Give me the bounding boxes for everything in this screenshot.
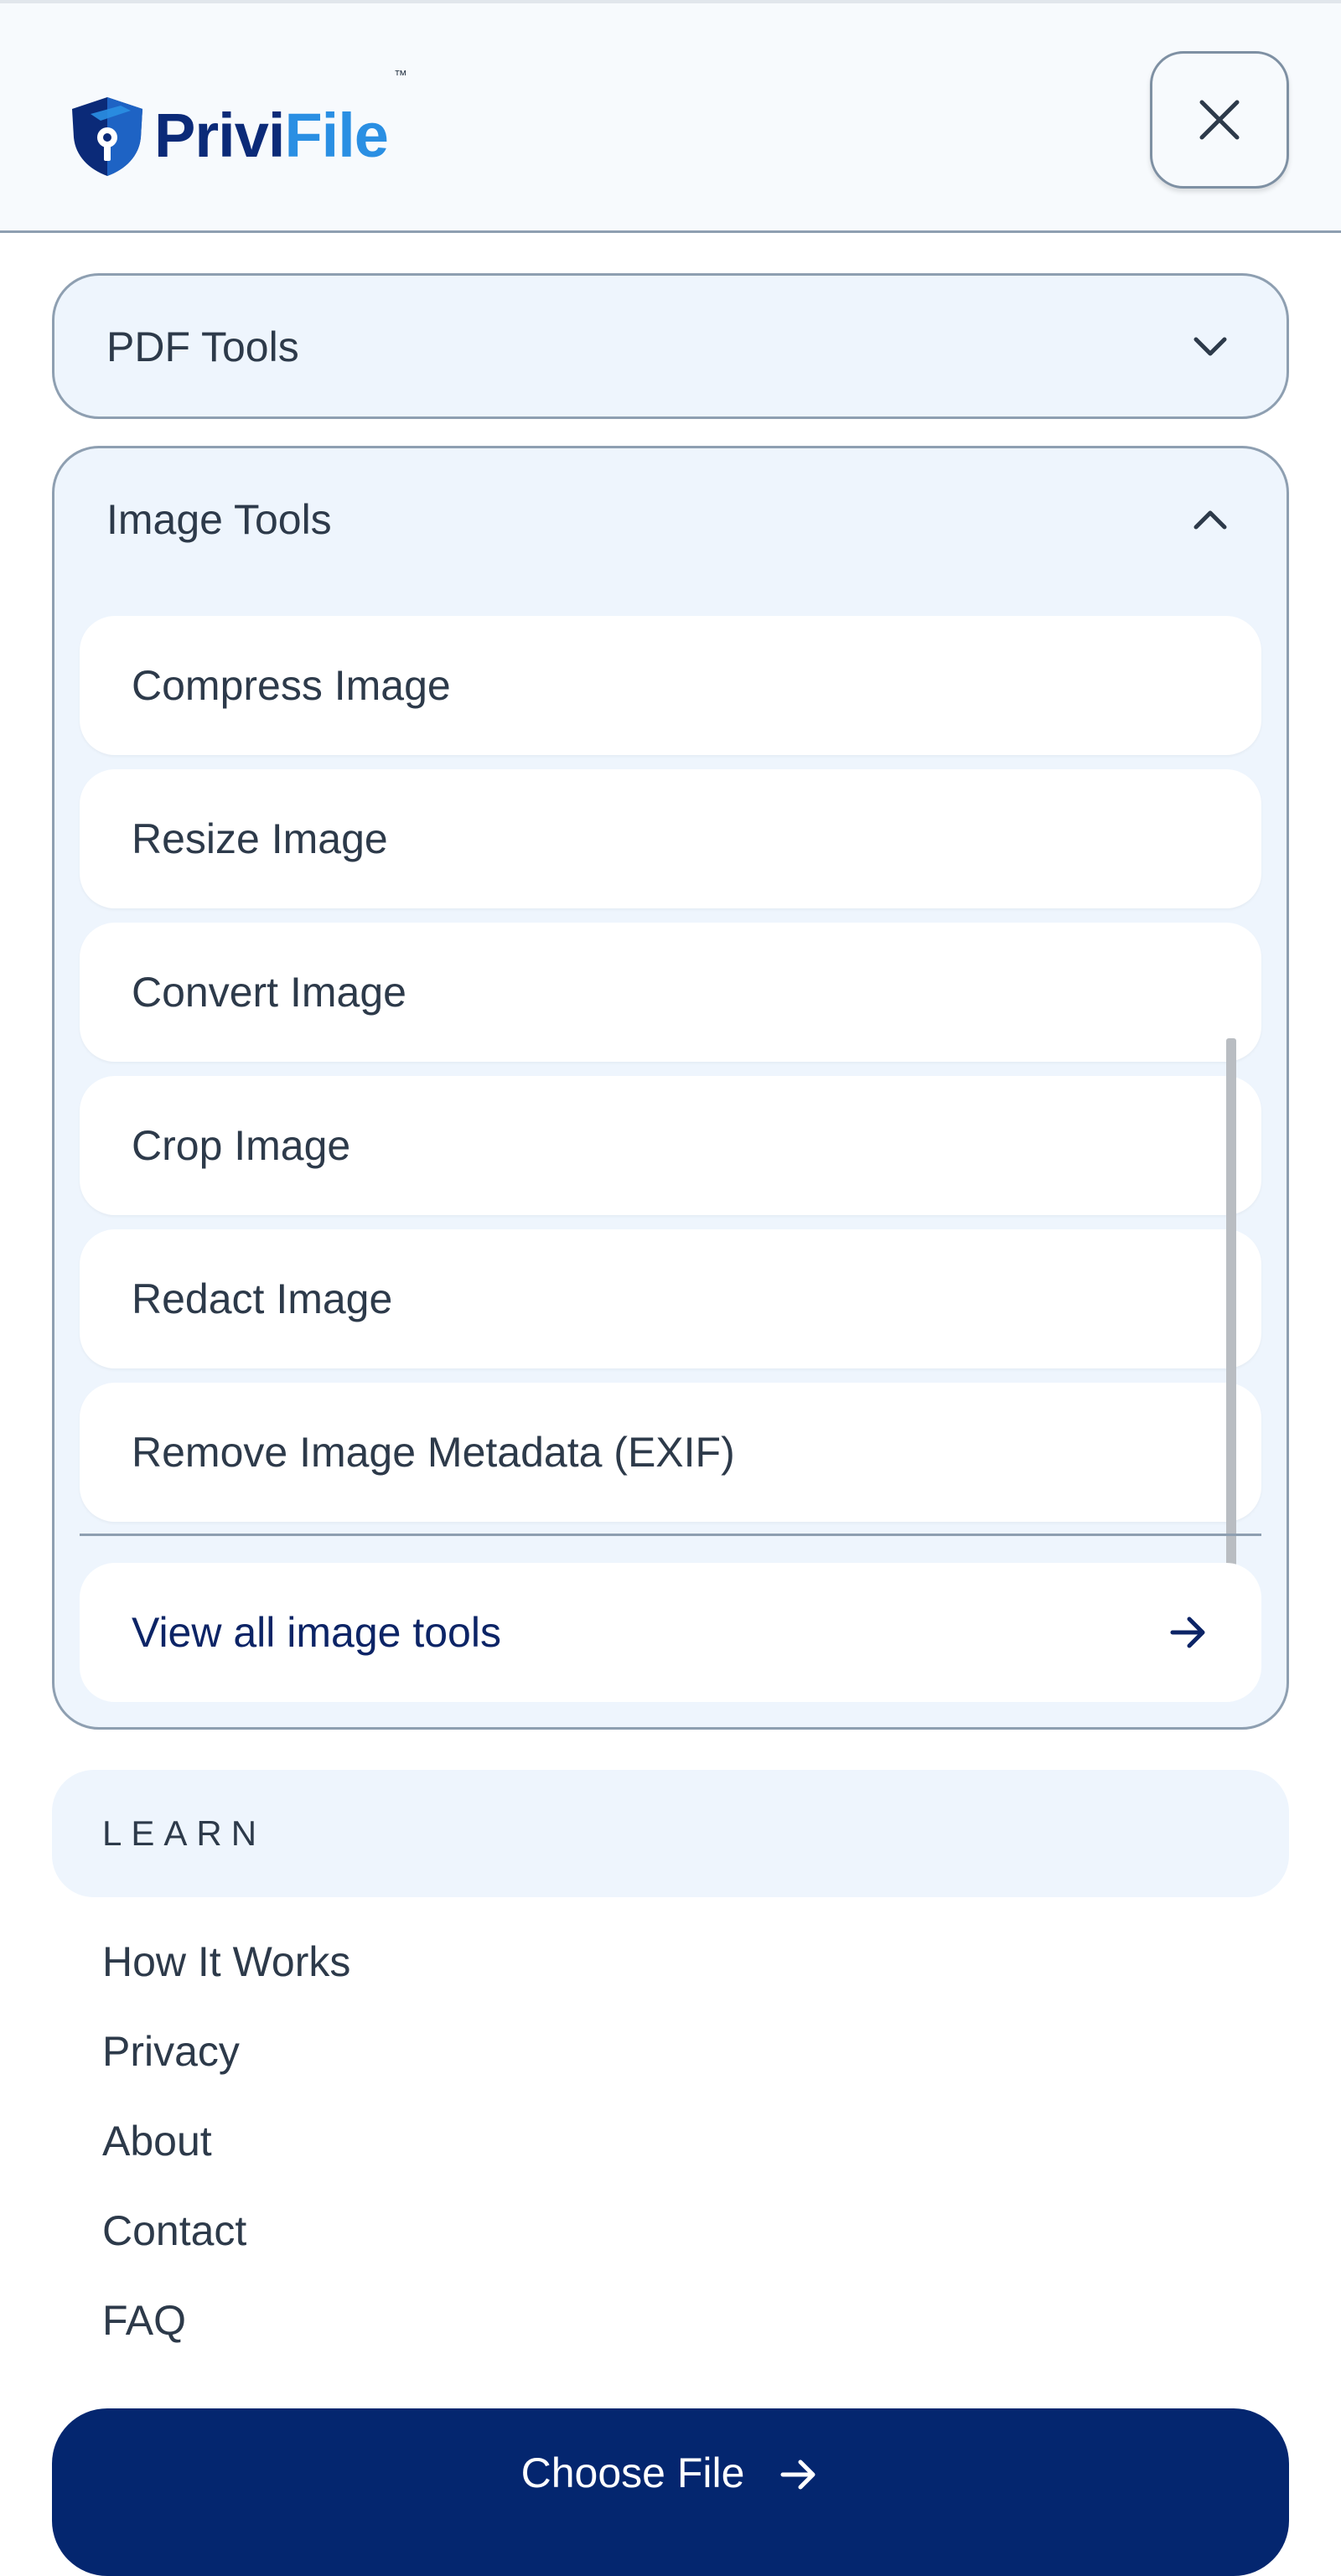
menu-item-label: Redact Image: [132, 1275, 393, 1322]
menu-item-crop-image[interactable]: Crop Image: [80, 1076, 1261, 1215]
brand-part-file: File: [284, 101, 388, 170]
menu-item-label: Convert Image: [132, 969, 406, 1016]
learn-link-how-it-works[interactable]: How It Works: [102, 1937, 350, 1986]
chevron-up-icon: [1193, 510, 1227, 530]
privifile-logo[interactable]: PriviFile: [67, 94, 389, 178]
menu-item-label: Crop Image: [132, 1122, 351, 1169]
list-scrollbar[interactable]: [1226, 1038, 1236, 1593]
divider: [80, 1534, 1261, 1536]
menu-item-label: Compress Image: [132, 662, 451, 709]
pdf-tools-title: PDF Tools: [106, 323, 299, 370]
menu-item-label: Remove Image Metadata (EXIF): [132, 1429, 735, 1476]
image-tools-title: Image Tools: [106, 496, 332, 543]
arrow-right-icon: [780, 2460, 815, 2490]
menu-item-redact-image[interactable]: Redact Image: [80, 1229, 1261, 1368]
brand-wordmark: PriviFile: [154, 105, 389, 167]
learn-link-about[interactable]: About: [102, 2117, 212, 2165]
chevron-down-icon: [1193, 337, 1227, 356]
menu-item-remove-image-metadata[interactable]: Remove Image Metadata (EXIF): [80, 1383, 1261, 1522]
image-tools-list[interactable]: Compress Image Resize Image Convert Imag…: [80, 587, 1261, 1522]
choose-file-button[interactable]: Choose File: [52, 2408, 1289, 2576]
choose-file-label: Choose File: [520, 2449, 745, 2496]
menu-item-convert-image[interactable]: Convert Image: [80, 923, 1261, 1062]
menu-item-label: Resize Image: [132, 815, 388, 862]
pdf-tools-toggle[interactable]: PDF Tools: [54, 276, 1287, 418]
close-menu-button[interactable]: [1150, 51, 1289, 189]
menu-item-compress-image[interactable]: Compress Image: [80, 616, 1261, 755]
site-header: PriviFile ™: [0, 0, 1341, 233]
learn-link-faq[interactable]: FAQ: [102, 2296, 186, 2345]
learn-section-header: LEARN: [52, 1770, 1289, 1897]
image-tools-accordion: Image Tools Compress Image Resize Image …: [52, 446, 1289, 1730]
arrow-right-icon: [1170, 1616, 1205, 1648]
shield-keyhole-icon: [72, 97, 142, 176]
pdf-tools-accordion: PDF Tools: [52, 273, 1289, 419]
menu-item-resize-image[interactable]: Resize Image: [80, 769, 1261, 908]
learn-link-privacy[interactable]: Privacy: [102, 2027, 240, 2076]
view-all-image-tools-link[interactable]: View all image tools: [80, 1563, 1261, 1702]
close-icon: [1199, 100, 1240, 140]
trademark-symbol: ™: [394, 69, 407, 83]
learn-link-contact[interactable]: Contact: [102, 2206, 246, 2255]
learn-title: LEARN: [102, 1813, 267, 1853]
image-tools-toggle[interactable]: Image Tools: [54, 448, 1287, 591]
view-all-label: View all image tools: [132, 1609, 501, 1656]
brand-part-privi: Privi: [154, 101, 285, 170]
